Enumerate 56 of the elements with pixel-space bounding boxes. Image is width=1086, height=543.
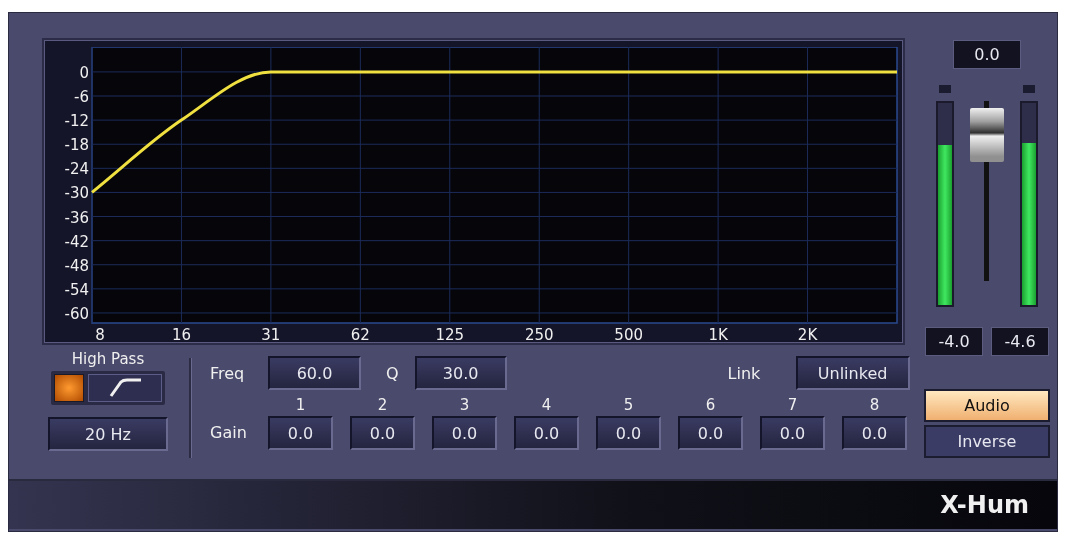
x-tick-label: 31 — [261, 326, 281, 344]
q-label: Q — [386, 363, 399, 383]
y-tick-label: -36 — [64, 208, 89, 227]
gain-field[interactable]: 0.0 — [350, 416, 415, 450]
peak-indicator — [939, 85, 951, 93]
x-tick-label: 1K — [708, 326, 728, 344]
frequency-button[interactable]: 20 Hz — [48, 417, 168, 451]
band-number: 7 — [787, 396, 798, 414]
gain-field[interactable]: 0.0 — [596, 416, 661, 450]
y-tick-label: -42 — [64, 232, 89, 251]
band-number: 4 — [541, 396, 552, 414]
gain-label: Gain — [210, 422, 248, 444]
output-readout: 0.0 — [953, 40, 1021, 69]
band-number: 2 — [377, 396, 388, 414]
x-tick-label: 2K — [797, 326, 818, 344]
band-number: 8 — [869, 396, 880, 414]
y-tick-label: -18 — [64, 136, 89, 155]
gain-field[interactable]: 0.0 — [268, 416, 333, 450]
level-readout: -4.0 — [925, 327, 983, 356]
x-tick-label: 500 — [614, 326, 643, 344]
band-number: 1 — [295, 396, 306, 414]
y-tick-label: -24 — [64, 160, 89, 179]
x-tick-label: 125 — [435, 326, 465, 344]
gain-field[interactable]: 0.0 — [678, 416, 743, 450]
gain-field[interactable]: 0.0 — [760, 416, 825, 450]
y-tick-label: -12 — [64, 112, 89, 131]
peak-indicator — [1023, 85, 1035, 93]
x-tick-label: 8 — [95, 326, 105, 344]
mode-button[interactable]: Inverse — [924, 425, 1050, 458]
gain-field[interactable]: 0.0 — [514, 416, 579, 450]
mode-button[interactable]: Audio — [924, 389, 1050, 422]
freq-label: Freq — [210, 363, 246, 383]
y-tick-label: -60 — [64, 304, 89, 323]
fader-handle[interactable] — [970, 108, 1004, 162]
gain-field[interactable]: 0.0 — [842, 416, 907, 450]
link-label: Link — [727, 363, 762, 383]
band-number: 6 — [705, 396, 716, 414]
x-tick-label: 62 — [350, 326, 370, 344]
y-tick-label: -30 — [64, 184, 89, 203]
plugin-title: X-Hum — [940, 491, 1029, 519]
filter-shape-button[interactable] — [88, 374, 162, 402]
y-tick-label: -54 — [64, 280, 89, 299]
x-tick-label: 16 — [171, 326, 191, 344]
band-number: 5 — [623, 396, 634, 414]
high-pass-label: High Pass — [71, 350, 145, 368]
gain-field[interactable]: 0.0 — [432, 416, 497, 450]
freq-field[interactable]: 60.0 — [268, 356, 361, 390]
level-readout: -4.6 — [991, 327, 1049, 356]
band-number: 3 — [459, 396, 470, 414]
link-button[interactable]: Unlinked — [795, 356, 910, 390]
y-tick-label: -6 — [74, 88, 89, 106]
y-tick-label: -48 — [64, 256, 89, 275]
y-tick-label: 0 — [79, 63, 89, 82]
x-tick-label: 250 — [524, 326, 554, 344]
q-field[interactable]: 30.0 — [414, 356, 507, 390]
high-pass-toggle[interactable] — [54, 374, 84, 402]
